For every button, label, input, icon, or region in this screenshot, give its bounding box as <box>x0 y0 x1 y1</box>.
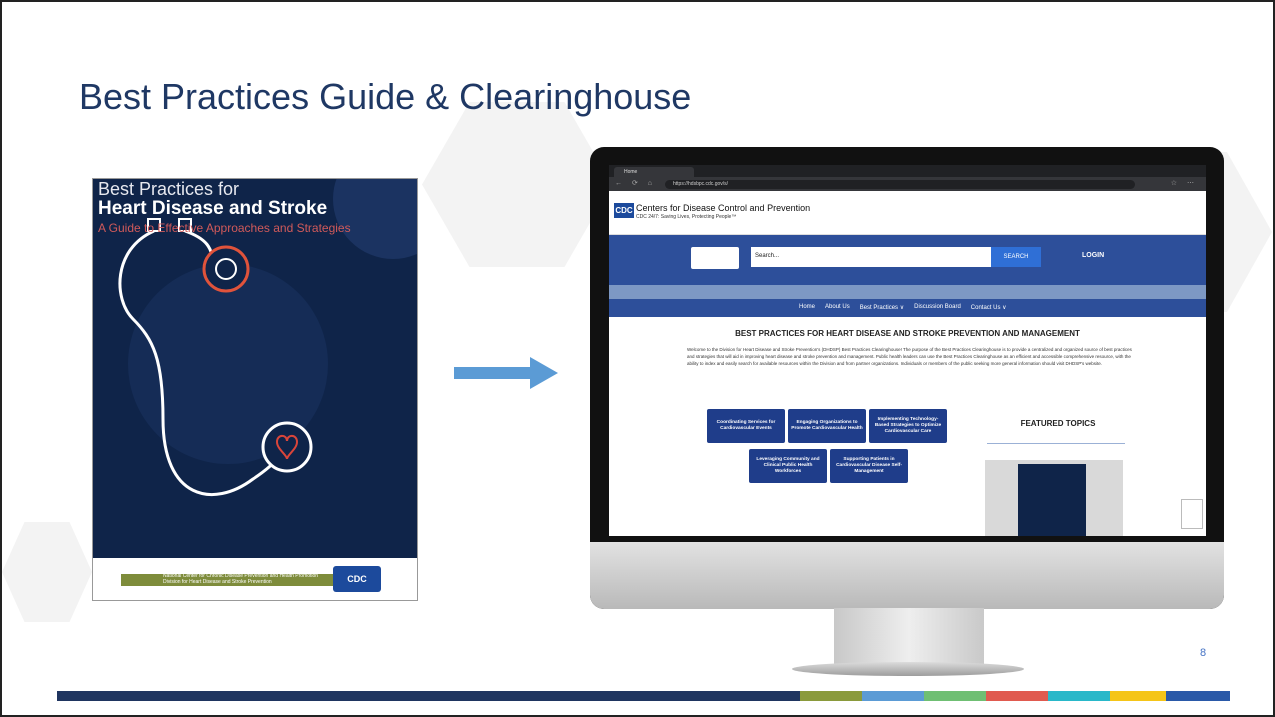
footer-segment <box>550 691 800 701</box>
browser-tab-strip: Home <box>609 165 1206 177</box>
browser-nav-icons[interactable]: ← ⟳ ⌂ <box>615 179 656 187</box>
card-leveraging-community[interactable]: Leveraging Community and Clinical Public… <box>749 449 827 483</box>
org-name: Centers for Disease Control and Preventi… <box>636 203 811 213</box>
hero-band <box>609 285 1206 299</box>
footer-segment <box>1110 691 1166 701</box>
page-number: 8 <box>1200 647 1207 659</box>
cover-footer-text: National Center for Chronic Disease Prev… <box>163 573 318 585</box>
monitor-base <box>792 662 1024 676</box>
cover-subtitle: A Guide to Effective Approaches and Stra… <box>98 221 351 235</box>
guide-cover-image: National Center for Chronic Disease Prev… <box>92 178 418 601</box>
cover-footer: National Center for Chronic Disease Prev… <box>93 558 417 600</box>
card-implementing-technology[interactable]: Implementing Technology-Based Strategies… <box>869 409 947 443</box>
browser-toolbar: ← ⟳ ⌂ https://hdsbpc.cdc.gov/s/ ☆ ⋯ <box>609 177 1206 191</box>
footer-segment <box>800 691 862 701</box>
card-engaging-organizations[interactable]: Engaging Organizations to Promote Cardio… <box>788 409 866 443</box>
featured-topic-image[interactable] <box>985 460 1123 536</box>
intro-paragraph: Welcome to the Division for Heart Diseas… <box>687 347 1132 366</box>
featured-divider <box>987 443 1125 444</box>
recaptcha-badge[interactable] <box>1181 499 1203 529</box>
cover-title-line1: Best Practices for <box>98 179 240 199</box>
featured-topics-heading: FEATURED TOPICS <box>1020 419 1096 428</box>
cdc-logo-icon: CDC <box>333 566 381 592</box>
address-bar[interactable]: https://hdsbpc.cdc.gov/s/ <box>665 180 1135 189</box>
login-link[interactable]: LOGIN <box>1082 252 1104 259</box>
footer-bar <box>57 691 550 701</box>
search-input[interactable]: Search... <box>751 247 991 267</box>
nav-discussion-board[interactable]: Discussion Board <box>914 304 961 311</box>
slide-title: Best Practices Guide & Clearinghouse <box>79 76 692 117</box>
slide: Best Practices Guide & Clearinghouse Nat… <box>0 0 1275 717</box>
browser-screen: Home ← ⟳ ⌂ https://hdsbpc.cdc.gov/s/ ☆ ⋯… <box>609 165 1206 536</box>
footer-segment <box>862 691 924 701</box>
featured-book-cover <box>1018 464 1086 536</box>
footer-segment <box>1048 691 1110 701</box>
browser-extension-icons[interactable]: ☆ ⋯ <box>1171 179 1198 187</box>
site-header: CDC Centers for Disease Control and Prev… <box>609 191 1206 235</box>
nav-contact-us[interactable]: Contact Us ∨ <box>971 304 1007 311</box>
nav-best-practices[interactable]: Best Practices ∨ <box>860 304 904 311</box>
cdc-logo-icon[interactable]: CDC <box>614 203 634 218</box>
clearinghouse-logo-icon[interactable] <box>691 247 739 269</box>
nav-home[interactable]: Home <box>799 304 815 311</box>
page-heading: BEST PRACTICES FOR HEART DISEASE AND STR… <box>735 329 1080 338</box>
cover-title-line2: Heart Disease and Stroke <box>98 198 328 219</box>
footer-segment <box>1166 691 1230 701</box>
footer-segment <box>924 691 986 701</box>
search-button[interactable]: SEARCH <box>991 247 1041 267</box>
stethoscope-icon <box>118 179 417 496</box>
background-hex-shape <box>422 102 612 267</box>
card-supporting-patients[interactable]: Supporting Patients in Cardiovascular Di… <box>830 449 908 483</box>
site-nav: Home About Us Best Practices ∨ Discussio… <box>609 299 1206 317</box>
right-arrow-icon <box>454 357 558 389</box>
monitor-chin <box>590 542 1224 609</box>
card-coordinating-services[interactable]: Coordinating Services for Cardiovascular… <box>707 409 785 443</box>
browser-tab[interactable]: Home <box>614 167 694 177</box>
search-hero: Search... SEARCH LOGIN <box>609 235 1206 285</box>
site-nav-items: Home About Us Best Practices ∨ Discussio… <box>799 304 1007 311</box>
background-hex-shape <box>2 522 92 622</box>
nav-about-us[interactable]: About Us <box>825 304 850 311</box>
org-tagline: CDC 24/7: Saving Lives, Protecting Peopl… <box>636 214 737 220</box>
monitor-stand <box>834 608 984 668</box>
footer-segment <box>986 691 1048 701</box>
cover-footer-line2: Division for Heart Disease and Stroke Pr… <box>163 579 272 585</box>
